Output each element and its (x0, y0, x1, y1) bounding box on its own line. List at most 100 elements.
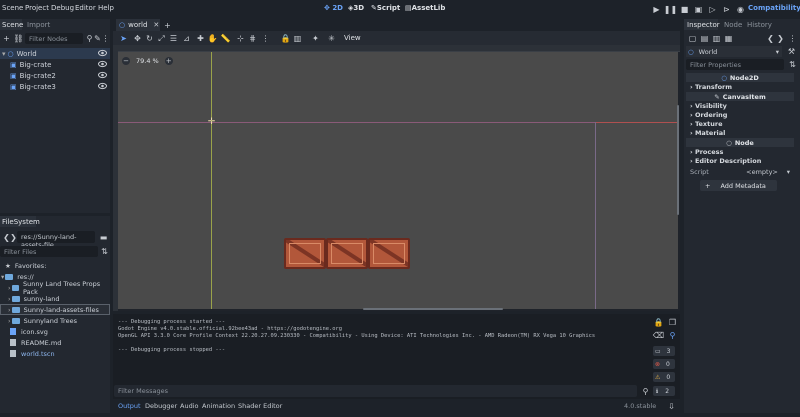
sort-icon[interactable]: ⇅ (100, 247, 109, 256)
ruler-tool-icon[interactable]: ⊿ (182, 34, 191, 43)
object-properties-icon[interactable]: ⚒ (787, 47, 796, 56)
messages-toggle[interactable]: ▭ 3 (653, 346, 675, 356)
add-node-icon[interactable]: + (2, 34, 11, 43)
section-editor-description[interactable]: › Editor Description (690, 157, 761, 165)
info-toggle[interactable]: ℹ2 (653, 386, 675, 396)
tab-filesystem[interactable]: FileSystem (0, 216, 40, 227)
menu-help[interactable]: Help (98, 4, 114, 12)
section-transform[interactable]: › Transform (690, 83, 732, 91)
visibility-eye-icon[interactable] (98, 71, 107, 79)
rotate-tool-icon[interactable]: ↻ (145, 34, 154, 43)
play-custom-icon[interactable]: ⊳ (722, 5, 731, 14)
path-field[interactable]: res://Sunny-land-assets-file (17, 231, 95, 249)
menu-scene[interactable]: Scene (2, 4, 23, 12)
section-process[interactable]: › Process (690, 148, 723, 156)
movie-icon[interactable]: ◉ (736, 5, 745, 14)
section-texture[interactable]: › Texture (690, 120, 722, 128)
grid-snap-icon[interactable]: ⋕ (248, 34, 257, 43)
script-property-value[interactable]: <empty> ▾ (732, 166, 792, 177)
menu-debug[interactable]: Debug (51, 4, 74, 12)
tab-inspector[interactable]: Inspector (684, 19, 720, 30)
bone-icon[interactable]: ✦ (311, 34, 320, 43)
2d-viewport[interactable]: ✛ − 79.4 % + (118, 52, 678, 309)
play-scene-icon[interactable]: ▷ (708, 5, 717, 14)
pivot-center-icon[interactable]: ✳ (327, 34, 336, 43)
big-crate2-sprite[interactable] (326, 238, 368, 269)
node-selector[interactable]: ○ World ▾ (686, 46, 782, 57)
vertical-scrollbar[interactable] (677, 105, 679, 215)
filter-files-input[interactable]: Filter Files (0, 246, 98, 257)
tab-import[interactable]: Import (27, 21, 50, 29)
move-tool-icon[interactable]: ✥ (133, 34, 142, 43)
group-icon[interactable]: ▥ (293, 34, 302, 43)
tree-node-big-crate3[interactable]: ▣ Big-crate3 (0, 81, 110, 92)
history-back-icon[interactable]: ❮ (766, 34, 775, 43)
tree-node-world[interactable]: ▾ ○ World (0, 48, 110, 59)
zoom-in-icon[interactable]: + (164, 57, 173, 65)
fs-item-selected[interactable]: › Sunny-land-assets-files (0, 304, 110, 315)
fs-favorites[interactable]: ★ Favorites: (0, 260, 110, 271)
save-resource-icon[interactable]: ▥ (712, 34, 721, 43)
filter-messages-input[interactable]: Filter Messages (114, 385, 637, 397)
fs-file[interactable]: icon.svg (0, 326, 110, 337)
lock-icon[interactable]: 🔒 (281, 34, 291, 43)
visibility-eye-icon[interactable] (98, 60, 107, 68)
link-icon[interactable]: ⛓ (13, 34, 23, 43)
ruler-icon[interactable]: 📏 (221, 34, 231, 43)
extra-resource-icon[interactable]: ▦ (724, 34, 733, 43)
zoom-out-icon[interactable]: − (122, 57, 130, 65)
filter-nodes-input[interactable]: Filter Nodes (25, 33, 83, 44)
close-icon[interactable]: ✕ (153, 21, 159, 29)
add-tab-icon[interactable]: + (163, 21, 172, 30)
tab-output[interactable]: Output (118, 402, 141, 410)
select-tool-icon[interactable]: ➤ (119, 34, 128, 43)
list-select-icon[interactable]: ☰ (169, 34, 178, 43)
visibility-eye-icon[interactable] (98, 82, 107, 90)
big-crate-sprite[interactable] (284, 238, 326, 269)
history-forward-icon[interactable]: ❯ (776, 34, 785, 43)
collapse-panel-icon[interactable]: ⇩ (667, 402, 676, 411)
renderer-select[interactable]: Compatibility (748, 4, 800, 12)
fs-item[interactable]: › sunny-land (0, 293, 110, 304)
tab-node[interactable]: Node (724, 21, 742, 29)
properties-sort-icon[interactable]: ⇅ (788, 60, 797, 69)
tree-node-big-crate[interactable]: ▣ Big-crate (0, 59, 110, 70)
copy-icon[interactable]: ❐ (668, 318, 677, 327)
section-ordering[interactable]: › Ordering (690, 111, 727, 119)
snap-icon[interactable]: ⊹ (236, 34, 245, 43)
lock-icon[interactable]: 🔒 (654, 318, 664, 327)
tab-world[interactable]: ○ world ✕ (116, 19, 160, 31)
visibility-eye-icon[interactable] (98, 49, 107, 57)
tab-scene[interactable]: Scene (0, 19, 23, 30)
horizontal-scrollbar[interactable] (363, 308, 503, 310)
search-icon[interactable]: ⚲ (668, 331, 677, 340)
menu-editor[interactable]: Editor (75, 4, 96, 12)
pan-tool-icon[interactable]: ✋ (208, 34, 218, 43)
history-list-icon[interactable]: ⋮ (788, 34, 797, 43)
scale-tool-icon[interactable]: ⤢ (157, 34, 166, 43)
new-resource-icon[interactable]: ▢ (688, 34, 697, 43)
menu-dots-icon[interactable]: ⋮ (101, 34, 110, 43)
add-metadata-button[interactable]: + Add Metadata (700, 180, 777, 191)
big-crate3-sprite[interactable] (368, 238, 410, 269)
pivot-tool-icon[interactable]: ✚ (196, 34, 205, 43)
fs-item[interactable]: › Sunnyland Trees (0, 315, 110, 326)
more-options-icon[interactable]: ⋮ (261, 34, 270, 43)
remote-debug-icon[interactable]: ▣ (694, 5, 703, 14)
workspace-script-button[interactable]: ✎Script (371, 4, 400, 12)
stop-icon[interactable]: ■ (680, 5, 689, 14)
tab-debugger[interactable]: Debugger (145, 402, 177, 410)
filter-properties-input[interactable]: Filter Properties (686, 59, 784, 70)
zoom-level[interactable]: 79.4 % (136, 57, 159, 65)
play-icon[interactable]: ▶ (652, 5, 661, 14)
workspace-3d-button[interactable]: ◈3D (348, 4, 364, 12)
section-material[interactable]: › Material (690, 129, 725, 137)
load-resource-icon[interactable]: ▤ (700, 34, 709, 43)
pause-icon[interactable]: ❚❚ (664, 5, 677, 14)
split-view-icon[interactable]: ▬ (99, 233, 108, 242)
section-visibility[interactable]: › Visibility (690, 102, 727, 110)
tab-shader-editor[interactable]: Shader Editor (238, 402, 282, 410)
tab-animation[interactable]: Animation (202, 402, 235, 410)
view-menu[interactable]: View (344, 34, 361, 42)
workspace-2d-button[interactable]: ✥ 2D (324, 4, 343, 12)
